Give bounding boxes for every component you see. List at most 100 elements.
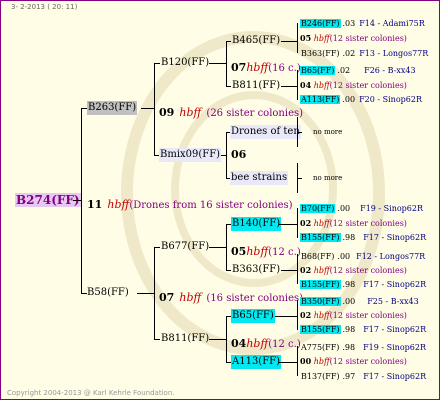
leaf-row[interactable]: A775(FF) .98 F19 - Sinop62R bbox=[300, 342, 426, 353]
b677-note: (12 c.) bbox=[268, 247, 301, 258]
leaf-note: (12 sister colonies) bbox=[329, 34, 407, 43]
leaf-row[interactable]: A113(FF) .00 F20 - Sinop62R bbox=[300, 94, 422, 105]
leaf-note: (12 sister colonies) bbox=[329, 266, 407, 275]
leaf-note: (12 sister colonies) bbox=[329, 357, 407, 366]
leaf-ref: F25 - B-xx43 bbox=[367, 297, 419, 306]
b120-gen: 07 bbox=[231, 61, 247, 74]
leaf-hbff: hbff bbox=[313, 219, 330, 228]
leaf-ref: F17 - Sinop62R bbox=[363, 325, 427, 334]
queen-a113[interactable]: A113(FF) bbox=[231, 355, 281, 369]
tree-line bbox=[297, 208, 298, 238]
timestamp-header: 3- 2-2013 ( 20: 11) bbox=[11, 3, 78, 11]
b263-hbff: hbff bbox=[179, 106, 202, 119]
b58-note: (16 sister colonies) bbox=[206, 293, 304, 304]
b263-gen: 09 bbox=[159, 106, 175, 119]
leaf-hbff: hbff bbox=[313, 357, 330, 366]
queen-b140[interactable]: B140(FF) bbox=[231, 217, 282, 231]
queen-b363[interactable]: B363(FF) bbox=[232, 263, 280, 277]
leaf-mating: 00 hbff(12 sister colonies) bbox=[300, 356, 407, 367]
root-gen: 11 bbox=[87, 198, 103, 211]
leaf-queen: B155(FF) bbox=[300, 325, 341, 334]
leaf-year: .00 bbox=[337, 204, 351, 213]
b811-lower-mating-label: 04hbff(12 c.) bbox=[231, 332, 301, 351]
leaf-row[interactable]: B155(FF) .98 F17 - Sinop62R bbox=[300, 279, 426, 290]
tree-line bbox=[226, 132, 227, 178]
queen-b263[interactable]: B263(FF) bbox=[87, 101, 138, 115]
b120-note: (16 c.) bbox=[268, 63, 301, 74]
leaf-row[interactable]: B363(FF) .02 F13 - Longos77R bbox=[300, 48, 428, 59]
leaf-year: .97 bbox=[342, 372, 356, 381]
leaf-queen: B65(FF) bbox=[300, 66, 336, 75]
tree-line bbox=[297, 70, 298, 100]
leaf-ref: F17 - Sinop62R bbox=[363, 372, 427, 381]
b677-hbff: hbff bbox=[246, 245, 269, 258]
leaf-row[interactable]: B65(FF) .02 F26 - B-xx43 bbox=[300, 65, 416, 76]
leaf-ref: F19 - Sinop62R bbox=[360, 204, 423, 213]
queen-b120[interactable]: B120(FF) bbox=[161, 56, 209, 70]
tree-line bbox=[226, 86, 231, 87]
leaf-queen: B70(FF) bbox=[300, 204, 336, 213]
b263-mating-label: 09 hbff (26 sister colonies) bbox=[159, 101, 303, 120]
tree-line bbox=[297, 346, 298, 376]
tree-line bbox=[221, 155, 226, 156]
tree-line bbox=[226, 316, 227, 362]
queen-bmix09[interactable]: Bmix09(FF) bbox=[159, 148, 222, 162]
leaf-row[interactable]: B68(FF) .00 F12 - Longos77R bbox=[300, 251, 425, 262]
queen-b677[interactable]: B677(FF) bbox=[161, 240, 209, 254]
leaf-ref: F12 - Longos77R bbox=[356, 252, 426, 261]
leaf-year: .00 bbox=[342, 297, 356, 306]
leaf-row[interactable]: B70(FF) .00 F19 - Sinop62R bbox=[300, 203, 423, 214]
b811-lower-note: (12 c.) bbox=[268, 339, 301, 350]
tree-line bbox=[281, 270, 297, 271]
tree-line bbox=[281, 86, 297, 87]
leaf-mating: 04 hbff(12 sister colonies) bbox=[300, 80, 407, 91]
b58-mating-label: 07 hbff (16 sister colonies) bbox=[159, 286, 303, 305]
queen-b65[interactable]: B65(FF) bbox=[231, 309, 275, 323]
leaf-year: .98 bbox=[342, 325, 356, 334]
pedigree-frame: 3- 2-2013 ( 20: 11) Copyright 2004-2013 … bbox=[0, 0, 440, 400]
tree-line bbox=[275, 316, 297, 317]
leaf-row[interactable]: B155(FF) .98 F17 - Sinop62R bbox=[300, 324, 426, 335]
leaf-row[interactable]: B246(FF) .03 F14 - Adami75R bbox=[300, 18, 425, 29]
leaf-note: (12 sister colonies) bbox=[329, 311, 407, 320]
root-queen[interactable]: B274(FF) bbox=[15, 193, 81, 207]
queen-b465[interactable]: B465(FF) bbox=[232, 34, 280, 48]
leaf-ref: F17 - Sinop62R bbox=[363, 233, 427, 242]
tree-line bbox=[297, 254, 298, 284]
leaf-row[interactable]: B137(FF) .97 F17 - Sinop62R bbox=[300, 371, 426, 382]
queen-b811-upper[interactable]: B811(FF) bbox=[232, 79, 280, 93]
b677-mating-label: 05hbff(12 c.) bbox=[231, 240, 301, 259]
leaf-row[interactable]: B350(FF) .00 F25 - B-xx43 bbox=[300, 296, 419, 307]
root-hbff: hbff bbox=[107, 198, 130, 211]
tree-line bbox=[279, 224, 297, 225]
no-more-label: no more bbox=[313, 174, 343, 182]
tree-line bbox=[297, 23, 298, 53]
leaf-hbff: hbff bbox=[313, 81, 330, 90]
b263-note: (26 sister colonies) bbox=[206, 108, 304, 119]
leaf-row[interactable]: B155(FF) .98 F17 - Sinop62R bbox=[300, 232, 426, 243]
leaf-ref: F14 - Adami75R bbox=[359, 19, 425, 28]
no-more-label: no more bbox=[313, 128, 343, 136]
leaf-mating: 02 hbff(12 sister colonies) bbox=[300, 218, 407, 229]
leaf-year: .03 bbox=[342, 19, 356, 28]
root-note: (Drones from 16 sister colonies) bbox=[129, 200, 293, 211]
queen-b58[interactable]: B58(FF) bbox=[87, 286, 129, 300]
leaf-ref: F20 - Sinop62R bbox=[359, 95, 422, 104]
tree-line bbox=[281, 41, 297, 42]
leaf-ref: F17 - Sinop62R bbox=[363, 280, 427, 289]
leaf-ref: F26 - B-xx43 bbox=[364, 66, 416, 75]
drones-of-ten[interactable]: Drones of ten bbox=[230, 125, 301, 139]
leaf-queen: B363(FF) bbox=[301, 49, 340, 58]
bmix09-gen: 06 bbox=[231, 148, 247, 161]
leaf-queen: B350(FF) bbox=[300, 297, 341, 306]
root-mating-label: 11 hbff(Drones from 16 sister colonies) bbox=[87, 193, 293, 212]
leaf-queen: B246(FF) bbox=[300, 19, 341, 28]
leaf-year: .02 bbox=[342, 49, 356, 58]
queen-b811-lower[interactable]: B811(FF) bbox=[161, 332, 209, 346]
leaf-year: .98 bbox=[342, 343, 356, 352]
leaf-year: .02 bbox=[337, 66, 351, 75]
leaf-queen: B137(FF) bbox=[301, 372, 340, 381]
leaf-note: (12 sister colonies) bbox=[329, 81, 407, 90]
bee-strains[interactable]: bee strains bbox=[230, 171, 289, 185]
leaf-note: (12 sister colonies) bbox=[329, 219, 407, 228]
